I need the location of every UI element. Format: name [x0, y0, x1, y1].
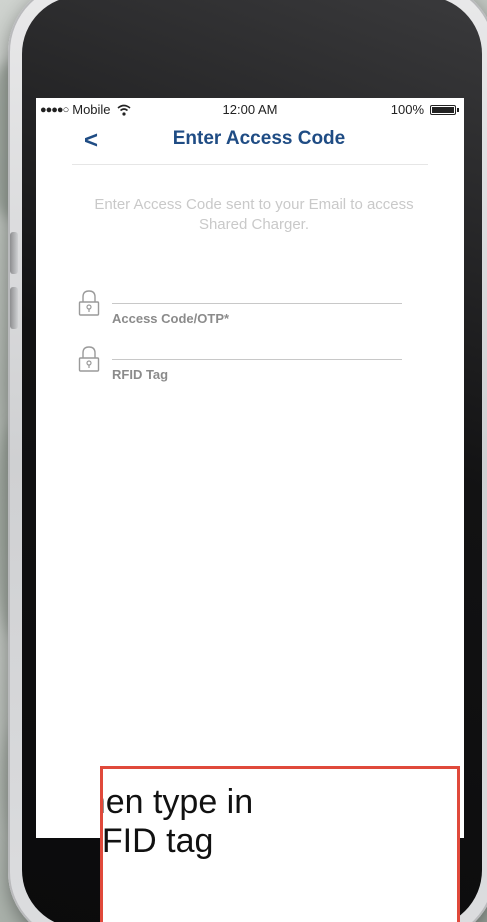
access-code-field[interactable]: Access Code/OTP*: [72, 283, 402, 333]
callout-line: d RFID tag: [101, 822, 214, 860]
status-bar: ●●●●○ Mobile 12:00 AM 100%: [36, 98, 464, 120]
instructions-text: Enter Access Code sent to your Email to …: [94, 196, 414, 233]
battery-percent: 100%: [390, 102, 424, 117]
phone-volume-button: [10, 232, 18, 274]
rfid-tag-field[interactable]: RFID Tag: [72, 339, 402, 389]
rfid-tag-label: RFID Tag: [112, 367, 169, 382]
navigation-bar: < Enter Access Code: [72, 120, 428, 165]
battery-icon: [430, 104, 459, 115]
screenshot-scene: ●●●●○ Mobile 12:00 AM 100% < Enter Acces…: [0, 0, 487, 922]
access-code-underline: [112, 303, 402, 304]
access-code-label: Access Code/OTP*: [112, 311, 230, 326]
page-title: Enter Access Code: [172, 128, 346, 149]
rfid-tag-underline: [112, 359, 402, 360]
callout-line: vou: [103, 861, 399, 900]
rfid-tag-input[interactable]: [112, 339, 402, 361]
status-right: 100%: [390, 102, 459, 117]
instruction-callout: d then type in d RFID tag vou: [100, 766, 460, 922]
callout-line: d then type in: [103, 783, 254, 821]
app-screen: ●●●●○ Mobile 12:00 AM 100% < Enter Acces…: [36, 98, 464, 838]
phone-volume-button: [10, 287, 18, 329]
access-code-input[interactable]: [112, 283, 402, 305]
lock-icon: [78, 290, 100, 316]
callout-text: d then type in d RFID tag vou: [101, 783, 399, 900]
battery-fill: [432, 106, 454, 113]
lock-icon: [78, 346, 100, 372]
